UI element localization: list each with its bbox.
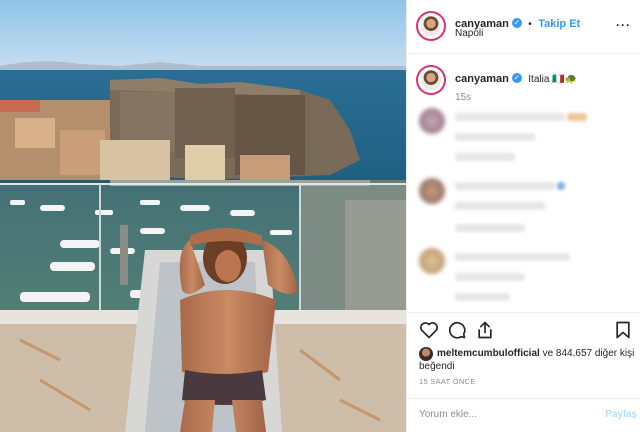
post-photo[interactable] bbox=[0, 0, 406, 432]
verified-badge-icon: ✓ bbox=[511, 72, 522, 83]
verified-badge-icon: ✓ bbox=[511, 17, 522, 28]
caption-avatar[interactable] bbox=[418, 67, 444, 93]
comment-redacted bbox=[567, 113, 587, 121]
caption-username[interactable]: canyaman bbox=[455, 73, 509, 85]
likes-suffix: beğendi bbox=[419, 361, 455, 372]
avatar[interactable] bbox=[418, 13, 444, 39]
caption: canyaman ✓ Italia 🇮🇹🐢 bbox=[407, 63, 640, 103]
comment-redacted bbox=[455, 293, 510, 301]
separator-dot: • bbox=[528, 19, 532, 30]
heart-icon[interactable] bbox=[419, 320, 439, 340]
post-comment-button[interactable]: Paylaş bbox=[605, 409, 637, 420]
comment-redacted bbox=[455, 113, 565, 121]
divider bbox=[407, 312, 640, 313]
caption-age: 15s bbox=[455, 92, 472, 103]
bookmark-icon[interactable] bbox=[613, 320, 633, 340]
likes-summary: meltemcumbulofficial ve 844.657 diğer ki… bbox=[407, 346, 640, 372]
comment-icon[interactable] bbox=[447, 320, 467, 340]
avatar bbox=[419, 347, 433, 361]
comment-redacted bbox=[455, 273, 525, 281]
more-options-icon[interactable]: ··· bbox=[616, 18, 631, 32]
likes-count-text[interactable]: ve 844.657 diğer kişi bbox=[543, 348, 635, 359]
comment-redacted bbox=[455, 224, 525, 232]
post-header: canyaman ✓ • Takip Et Napoli ··· bbox=[407, 10, 640, 44]
comment-redacted bbox=[557, 182, 565, 190]
caption-text: Italia 🇮🇹🐢 bbox=[528, 74, 578, 85]
harbor-photo-illustration bbox=[0, 0, 406, 432]
liker-username[interactable]: meltemcumbulofficial bbox=[437, 348, 540, 359]
comment-redacted bbox=[455, 153, 515, 161]
comment-avatar bbox=[419, 108, 445, 134]
comment-redacted bbox=[455, 202, 545, 210]
comment-avatar bbox=[419, 248, 445, 274]
comment-avatar bbox=[419, 178, 445, 204]
divider bbox=[407, 53, 640, 54]
location-link[interactable]: Napoli bbox=[455, 28, 483, 39]
comment-input[interactable]: Yorum ekle... bbox=[419, 409, 477, 420]
comment-redacted bbox=[455, 253, 570, 261]
comment-redacted bbox=[455, 133, 535, 141]
share-icon[interactable] bbox=[475, 320, 495, 340]
divider bbox=[407, 398, 640, 399]
timestamp[interactable]: 15 SAAT ÖNCE bbox=[419, 377, 476, 386]
post-sidebar: canyaman ✓ • Takip Et Napoli ··· canyaman… bbox=[406, 0, 640, 432]
comment-redacted bbox=[455, 182, 555, 190]
follow-button[interactable]: Takip Et bbox=[538, 18, 580, 30]
